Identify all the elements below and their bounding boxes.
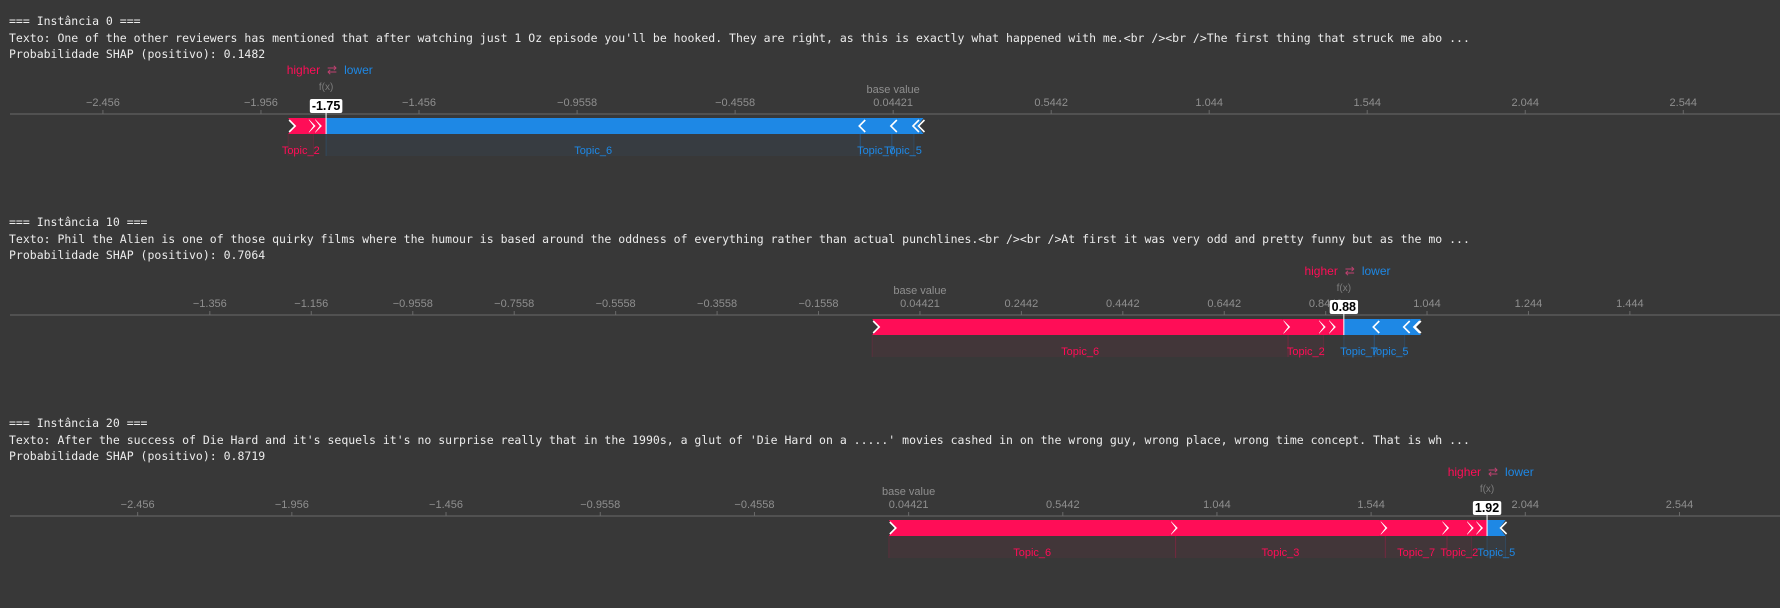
fx-label: f(x): [1480, 484, 1494, 495]
instance-text: Texto: After the success of Die Hard and…: [9, 433, 1470, 447]
instance-header: === Instância 0 ===: [9, 14, 141, 28]
tick-label: −0.5558: [596, 298, 636, 310]
negative-segment: [1487, 520, 1506, 536]
legend-arrows-icon: ⇄: [327, 63, 337, 77]
tick-label: 0.2442: [1005, 298, 1039, 310]
instance-block-20: === Instância 20 === Texto: After the su…: [0, 408, 1780, 608]
force-plot-20: −2.456 −1.956 −1.456 −0.9558 −0.4558 0.04421 0…: [10, 465, 1780, 559]
feature-label: Topic_5: [884, 145, 922, 157]
tick-label: 2.544: [1666, 499, 1694, 511]
legend-lower: lower: [1362, 264, 1391, 278]
legend: higher ⇄ lower: [1304, 264, 1390, 278]
legend: higher ⇄ lower: [287, 63, 373, 77]
tick-label: 1.244: [1515, 298, 1543, 310]
feature-label: Topic_6: [1061, 346, 1099, 358]
tick-label: 1.044: [1195, 97, 1223, 109]
feature-label: Topic_3: [1261, 547, 1299, 559]
positive-segment: [1379, 520, 1447, 536]
feature-label: Topic_6: [1013, 547, 1051, 559]
base-value-label: base value: [867, 84, 920, 96]
negative-segment: [326, 118, 867, 134]
positive-segment: [872, 319, 1289, 335]
positive-segment: [888, 520, 1176, 536]
legend-arrows-icon: ⇄: [1345, 264, 1355, 278]
legend-higher: higher: [1448, 465, 1481, 479]
tick-label: −0.9558: [393, 298, 433, 310]
tick-label: 0.5442: [1046, 499, 1080, 511]
tick-label: −2.456: [86, 97, 120, 109]
feature-label: Topic_2: [282, 145, 320, 157]
tick-label: −0.1558: [798, 298, 838, 310]
tick-label: 1.444: [1616, 298, 1644, 310]
tick-label: −2.456: [121, 499, 155, 511]
legend-higher: higher: [287, 63, 320, 77]
instance-text: Texto: One of the other reviewers has me…: [9, 31, 1470, 45]
tick-label: 0.6442: [1207, 298, 1241, 310]
output-value-label: -1.75: [312, 99, 341, 113]
tick-label: −1.456: [429, 499, 463, 511]
tick-label: −0.9558: [557, 97, 597, 109]
feature-label: Topic_7: [1397, 547, 1435, 559]
force-plot-0: −2.456 −1.956 −1.456 −0.9558 −0.4558 0.04421 0…: [10, 63, 1780, 157]
tick-label: 0.04421: [873, 97, 913, 109]
tick-label: −0.3558: [697, 298, 737, 310]
tick-label: 0.04421: [889, 499, 929, 511]
fx-label: f(x): [319, 82, 333, 93]
tick-label: 0.5442: [1034, 97, 1068, 109]
tick-label: −1.956: [275, 499, 309, 511]
tick-label: −0.9558: [580, 499, 620, 511]
legend-arrows-icon: ⇄: [1488, 465, 1498, 479]
positive-segment: [1169, 520, 1386, 536]
instance-header: === Instância 10 ===: [9, 215, 148, 229]
legend: higher ⇄ lower: [1448, 465, 1534, 479]
tick-label: −0.4558: [715, 97, 755, 109]
tick-label: −1.156: [294, 298, 328, 310]
tick-label: −1.456: [402, 97, 436, 109]
tick-label: 1.044: [1203, 499, 1231, 511]
tick-label: 0.04421: [900, 298, 940, 310]
tick-label: 1.544: [1353, 97, 1381, 109]
instance-block-10: === Instância 10 === Texto: Phil the Ali…: [0, 207, 1780, 407]
tick-label: 2.544: [1670, 97, 1698, 109]
tick-label: −1.956: [244, 97, 278, 109]
output-value-label: 1.92: [1475, 501, 1499, 515]
legend-lower: lower: [1505, 465, 1534, 479]
tick-label: 1.044: [1413, 298, 1441, 310]
tick-label: −0.4558: [734, 499, 774, 511]
instance-header: === Instância 20 ===: [9, 416, 148, 430]
force-plot-10: −1.356 −1.156 −0.9558 −0.7558 −0.5558 −0.3558…: [10, 264, 1780, 358]
feature-label: Topic_5: [1371, 346, 1409, 358]
instance-block-0: === Instância 0 === Texto: One of the ot…: [0, 6, 1780, 206]
tick-label: 1.544: [1357, 499, 1385, 511]
feature-label: Topic_2: [1287, 346, 1325, 358]
fx-label: f(x): [1337, 283, 1351, 294]
feature-label: Topic_6: [574, 145, 612, 157]
base-value-label: base value: [893, 285, 946, 297]
feature-label: Topic_5: [1477, 547, 1515, 559]
base-value-label: base value: [882, 486, 935, 498]
tick-label: −0.7558: [494, 298, 534, 310]
legend-higher: higher: [1304, 264, 1337, 278]
instance-text: Texto: Phil the Alien is one of those qu…: [9, 232, 1470, 246]
tick-label: 2.044: [1511, 97, 1539, 109]
tick-label: 0.4442: [1106, 298, 1140, 310]
tick-label: −1.356: [193, 298, 227, 310]
tick-label: 2.044: [1512, 499, 1540, 511]
output-value-label: 0.88: [1332, 300, 1356, 314]
legend-lower: lower: [344, 63, 373, 77]
